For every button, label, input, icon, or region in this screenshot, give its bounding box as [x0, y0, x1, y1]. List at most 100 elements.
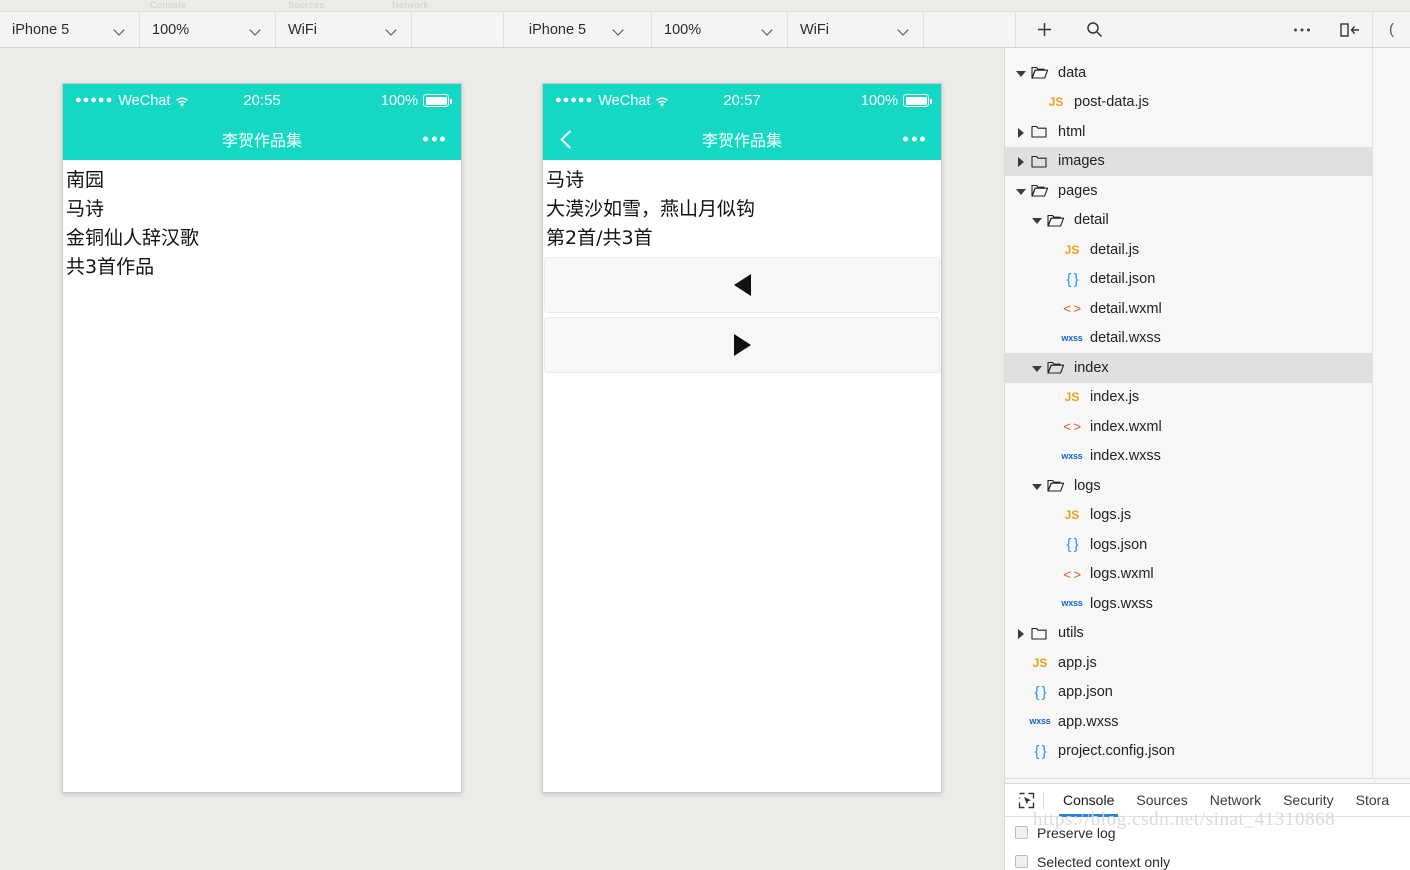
chevron-right-icon[interactable]: [1013, 625, 1029, 641]
tree-item-label: images: [1058, 153, 1105, 170]
tree-item-label: utils: [1058, 625, 1084, 642]
chevron-down-icon[interactable]: [1029, 478, 1045, 494]
wxml-file-icon: < >: [1063, 419, 1081, 435]
tree-item-label: app.js: [1058, 654, 1097, 671]
network-select-value: WiFi: [288, 21, 317, 38]
collapse-panel-icon[interactable]: [1338, 18, 1362, 42]
checkbox-selected-context-only[interactable]: [1015, 855, 1028, 868]
chevron-down-icon[interactable]: [1029, 360, 1045, 376]
tree-file-row[interactable]: JS detail.js: [1005, 235, 1372, 265]
phone1-poem-list: 南园 马诗 金铜仙人辞汉歌 共3首作品: [63, 160, 461, 282]
phone1-battery-pct: 100%: [380, 92, 418, 109]
list-item[interactable]: 金铜仙人辞汉歌: [63, 224, 461, 253]
console-options: Preserve log Selected context only: [1005, 817, 1410, 870]
phone2-battery-group: 100%: [861, 93, 932, 109]
list-item[interactable]: 马诗: [63, 195, 461, 224]
chevron-down-icon[interactable]: [1029, 212, 1045, 228]
phone2-nav-bar: 李贺作品集: [543, 117, 941, 160]
tree-file-row[interactable]: JS logs.js: [1005, 501, 1372, 531]
chevron-left-icon[interactable]: [559, 131, 575, 147]
tab-stora[interactable]: Stora: [1345, 784, 1400, 817]
tree-item-label: logs.wxss: [1090, 595, 1153, 612]
tree-folder-row[interactable]: utils: [1005, 619, 1372, 649]
chevron-right-icon[interactable]: [1013, 153, 1029, 169]
tree-file-row[interactable]: wxss detail.wxss: [1005, 324, 1372, 354]
console-option-label: Preserve log: [1037, 824, 1116, 841]
folder-open-icon: [1029, 65, 1051, 80]
prev-poem-button[interactable]: [544, 256, 940, 313]
folder-open-icon: [1045, 360, 1067, 375]
tree-item-label: app.json: [1058, 684, 1113, 701]
tab-security[interactable]: Security: [1272, 784, 1345, 817]
tree-file-row[interactable]: { } detail.json: [1005, 265, 1372, 295]
tree-folder-row[interactable]: detail: [1005, 206, 1372, 236]
wxml-file-icon: < >: [1063, 566, 1081, 582]
tab-network[interactable]: Network: [1199, 784, 1272, 817]
zoom-select-value: 100%: [152, 21, 190, 38]
more-dots-icon[interactable]: [423, 136, 445, 141]
tab-sources[interactable]: Sources: [1125, 784, 1198, 817]
tree-file-row[interactable]: < > index.wxml: [1005, 412, 1372, 442]
toolbar-action-icons: [1016, 12, 1106, 47]
checkbox-preserve-log[interactable]: [1015, 826, 1028, 839]
chevron-down-icon: [385, 23, 399, 37]
toolbar-gap-1: [412, 12, 504, 47]
list-item[interactable]: 南园: [63, 166, 461, 195]
tree-folder-row[interactable]: index: [1005, 353, 1372, 383]
phone2-poem-detail: 马诗 大漠沙如雪，燕山月似钩 第2首/共3首: [543, 160, 941, 253]
tree-file-row[interactable]: wxss index.wxss: [1005, 442, 1372, 472]
tree-file-row[interactable]: JS index.js: [1005, 383, 1372, 413]
more-horizontal-icon[interactable]: [1290, 18, 1314, 42]
chevron-down-icon[interactable]: [1013, 65, 1029, 81]
tree-file-row[interactable]: JS app.js: [1005, 648, 1372, 678]
ghost-tab-1: Sources: [288, 0, 325, 10]
zoom-select-2[interactable]: 100%: [652, 12, 788, 47]
chevron-right-icon[interactable]: [1013, 124, 1029, 140]
json-file-icon: { }: [1034, 742, 1046, 760]
network-select[interactable]: WiFi: [276, 12, 412, 47]
tree-file-row[interactable]: JS post-data.js: [1005, 88, 1372, 118]
more-dots-icon[interactable]: [903, 136, 925, 141]
tree-folder-row[interactable]: pages: [1005, 176, 1372, 206]
console-option-row[interactable]: Selected context only: [1015, 847, 1410, 870]
tree-file-row[interactable]: wxss app.wxss: [1005, 707, 1372, 737]
tree-item-label: detail.wxss: [1090, 330, 1161, 347]
tree-file-row[interactable]: wxss logs.wxss: [1005, 589, 1372, 619]
chevron-down-icon[interactable]: [1013, 183, 1029, 199]
chevron-down-icon: [897, 23, 911, 37]
network-select-2[interactable]: WiFi: [788, 12, 924, 47]
tree-folder-row[interactable]: html: [1005, 117, 1372, 147]
tree-folder-row[interactable]: images: [1005, 146, 1372, 176]
tree-file-row[interactable]: { } project.config.json: [1005, 737, 1372, 767]
device-select-2[interactable]: iPhone 5: [504, 12, 652, 47]
tree-item-label: post-data.js: [1074, 94, 1149, 111]
wxss-file-icon: wxss: [1061, 332, 1083, 343]
plus-icon[interactable]: [1032, 18, 1056, 42]
tree-file-row[interactable]: < > logs.wxml: [1005, 560, 1372, 590]
toolbar-edge-label: (: [1372, 12, 1410, 47]
js-file-icon: JS: [1032, 655, 1048, 670]
zoom-select[interactable]: 100%: [140, 12, 276, 47]
tab-console[interactable]: Console: [1052, 784, 1125, 817]
tree-file-row[interactable]: < > detail.wxml: [1005, 294, 1372, 324]
tree-file-row[interactable]: { } app.json: [1005, 678, 1372, 708]
tree-item-label: detail.wxml: [1090, 300, 1162, 317]
poem-position-label: 第2首/共3首: [546, 226, 653, 249]
tree-folder-row[interactable]: logs: [1005, 471, 1372, 501]
tree-file-row[interactable]: { } logs.json: [1005, 530, 1372, 560]
search-icon[interactable]: [1082, 18, 1106, 42]
folder-closed-icon: [1029, 626, 1051, 641]
device-select[interactable]: iPhone 5: [0, 12, 140, 47]
inspect-element-icon[interactable]: [1013, 789, 1039, 811]
next-poem-button[interactable]: [544, 316, 940, 373]
console-option-row[interactable]: Preserve log: [1015, 818, 1410, 847]
tree-folder-row[interactable]: data: [1005, 58, 1372, 88]
js-file-icon: JS: [1064, 390, 1080, 405]
